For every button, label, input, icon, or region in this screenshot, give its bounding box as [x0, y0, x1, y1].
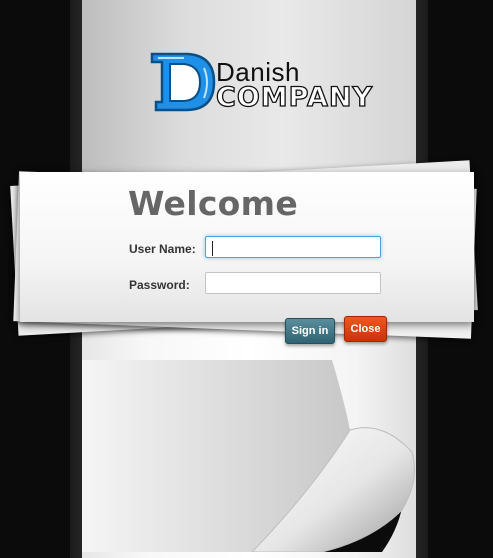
welcome-title: Welcome	[128, 184, 299, 223]
login-window: Danish COMPANY Welcome User Name: Passwo…	[0, 0, 493, 558]
close-button[interactable]: Close	[344, 316, 387, 342]
page-curl-decoration	[82, 360, 415, 552]
username-label: User Name:	[129, 242, 196, 256]
username-input[interactable]	[205, 236, 381, 258]
password-label: Password:	[129, 278, 190, 292]
text-cursor	[212, 241, 213, 256]
d-monogram-icon	[150, 52, 216, 112]
password-input[interactable]	[205, 272, 381, 294]
signin-button[interactable]: Sign in	[285, 318, 335, 344]
logo-text-company: COMPANY	[215, 81, 373, 113]
